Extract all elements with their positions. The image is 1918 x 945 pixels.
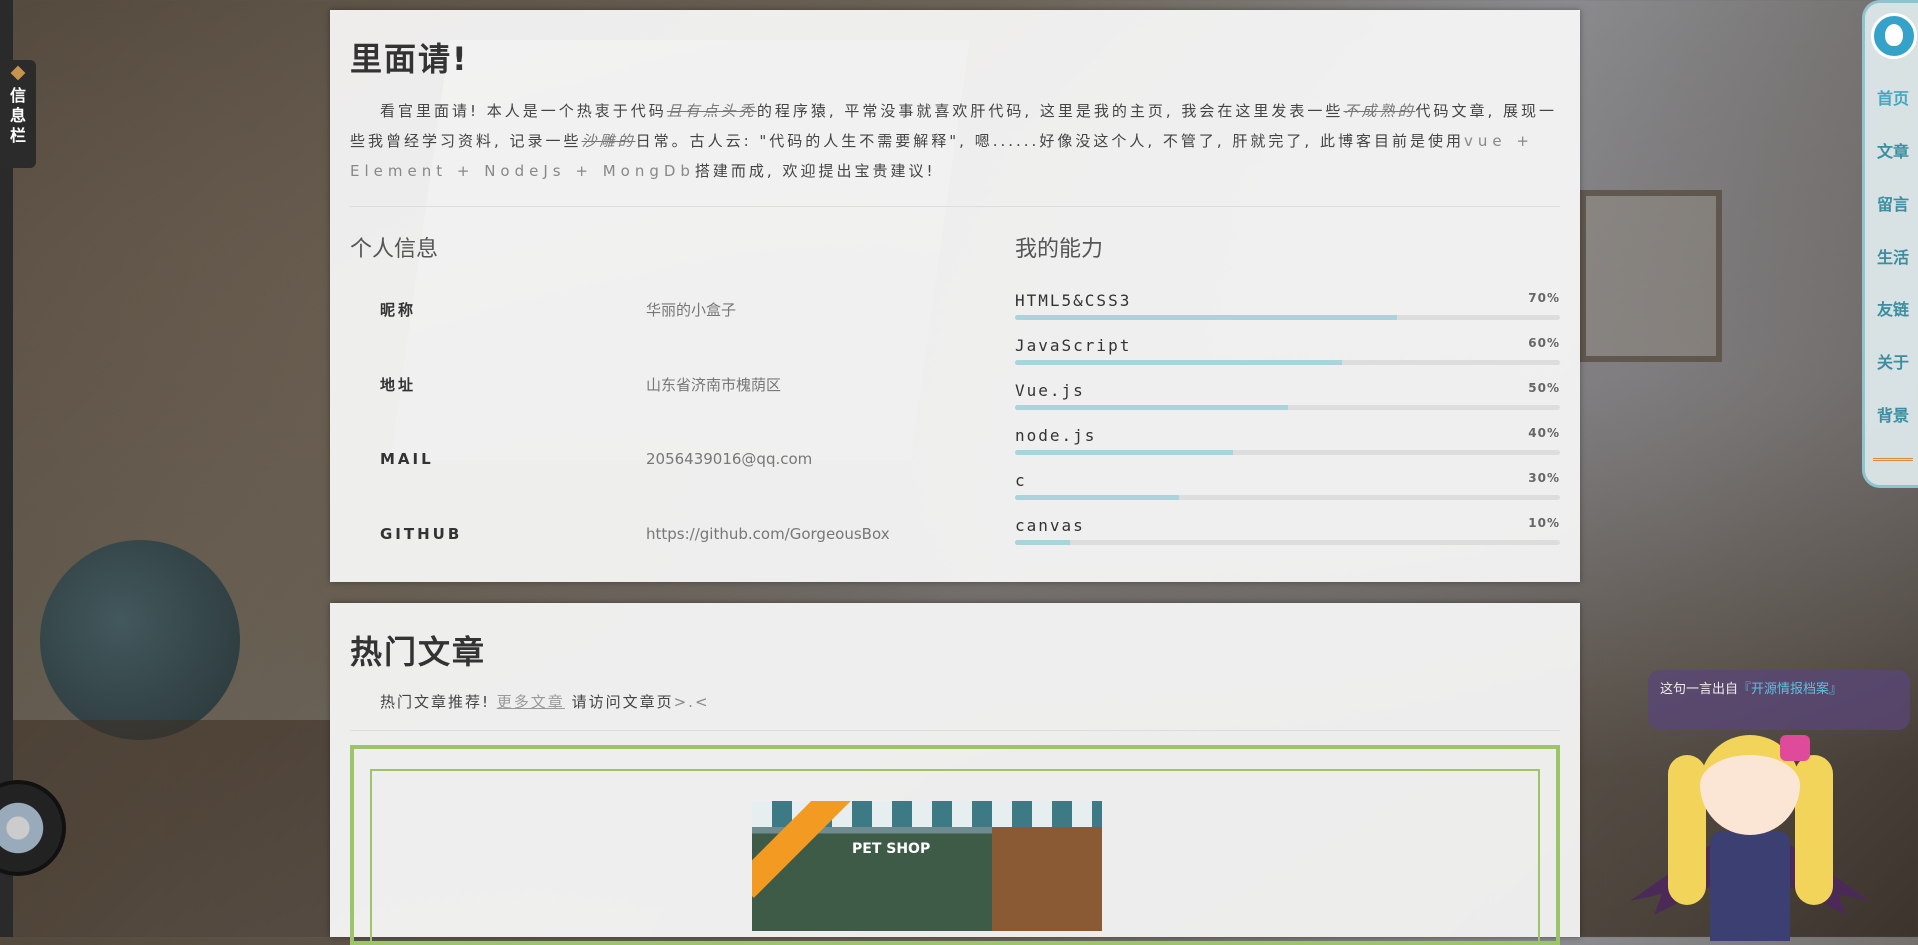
skill-fill	[1015, 405, 1288, 410]
hot-sub-suffix: 请访问文章页	[571, 693, 674, 711]
skill-item: canvas 10%	[1015, 516, 1560, 556]
quote-prefix: 这句一言出自	[1660, 682, 1739, 697]
more-articles-link[interactable]: 更多文章	[497, 693, 565, 711]
quote-bubble: 这句一言出自『开源情报档案』	[1648, 670, 1910, 730]
skill-name: HTML5&CSS3	[1015, 291, 1132, 310]
nav-item-life[interactable]: 生活	[1865, 244, 1918, 268]
skill-percent: 70%	[1528, 291, 1560, 305]
info-key: MAIL	[380, 450, 434, 468]
skill-name: node.js	[1015, 426, 1097, 445]
featured-article-thumbnail[interactable]: PET SHOP	[752, 801, 1102, 931]
background-globe	[40, 540, 240, 740]
skill-item: JavaScript 60%	[1015, 336, 1560, 376]
mascot-body	[1710, 831, 1790, 941]
info-value[interactable]: https://github.com/GorgeousBox	[646, 525, 890, 543]
info-row-address: 地址 山东省济南市槐荫区	[380, 374, 940, 404]
skill-item: c 30%	[1015, 471, 1560, 511]
info-row-github: GITHUB https://github.com/GorgeousBox	[380, 525, 940, 555]
hot-divider	[350, 730, 1560, 731]
hot-sub-tail: >.<	[673, 693, 710, 711]
skill-track	[1015, 315, 1560, 320]
hot-sub-prefix: 热门文章推荐!	[380, 693, 491, 711]
intro-text-4: 日常。古人云: "代码的人生不需要解释", 嗯......好像没这个人, 不管了…	[635, 132, 1464, 150]
skill-fill	[1015, 540, 1070, 545]
about-card: 里面请! 看官里面请! 本人是一个热衷于代码且有点头秃的程序猿, 平常没事就喜欢…	[330, 10, 1580, 582]
skill-track	[1015, 450, 1560, 455]
skill-track	[1015, 495, 1560, 500]
skill-name: c	[1015, 471, 1027, 490]
skill-name: canvas	[1015, 516, 1085, 535]
intro-text-2: 的程序猿, 平常没事就喜欢肝代码, 这里是我的主页, 我会在这里发表一些	[756, 102, 1344, 120]
intro-strike-1: 且有点头秃	[666, 102, 757, 120]
mascot-hair-right	[1795, 755, 1833, 905]
intro-text-5: 搭建而成, 欢迎提出宝贵建议!	[694, 162, 936, 180]
skill-track	[1015, 405, 1560, 410]
skills-title: 我的能力	[1015, 237, 1104, 262]
intro-text-1: 看官里面请! 本人是一个热衷于代码	[380, 102, 667, 120]
skill-percent: 40%	[1528, 426, 1560, 440]
personal-info-title: 个人信息	[350, 237, 439, 262]
info-row-mail: MAIL 2056439016@qq.com	[380, 450, 940, 480]
info-key: 地址	[380, 376, 417, 394]
about-intro: 看官里面请! 本人是一个热衷于代码且有点头秃的程序猿, 平常没事就喜欢肝代码, …	[350, 96, 1560, 186]
info-value: 山东省济南市槐荫区	[646, 376, 782, 394]
skill-fill	[1015, 495, 1179, 500]
intro-strike-2: 不成熟的	[1343, 102, 1416, 120]
right-nav: 首页 文章 留言 生活 友链 关于 背景	[1862, 0, 1918, 488]
info-value: 华丽的小盒子	[646, 301, 737, 319]
hot-articles-subtitle: 热门文章推荐! 更多文章 请访问文章页>.<	[380, 691, 1560, 712]
skill-percent: 60%	[1528, 336, 1560, 350]
skill-track	[1015, 540, 1560, 545]
skill-name: JavaScript	[1015, 336, 1132, 355]
intro-strike-3: 沙雕的	[581, 132, 636, 150]
skill-percent: 30%	[1528, 471, 1560, 485]
nav-item-home[interactable]: 首页	[1865, 85, 1918, 109]
nav-item-about[interactable]: 关于	[1865, 349, 1918, 373]
about-columns: 个人信息 昵称 华丽的小盒子 地址 山东省济南市槐荫区 MAIL 2056439…	[350, 207, 1560, 577]
shop-door	[992, 827, 1102, 931]
hot-articles-card: 热门文章 热门文章推荐! 更多文章 请访问文章页>.< PET SHOP	[330, 603, 1580, 945]
skill-track	[1015, 360, 1560, 365]
skill-fill	[1015, 450, 1233, 455]
background-shelf	[1580, 190, 1722, 362]
nav-wave-decoration	[1873, 458, 1913, 467]
live2d-mascot[interactable]	[1630, 735, 1870, 941]
info-sidebar-label: 信息栏	[10, 86, 27, 145]
nav-item-articles[interactable]: 文章	[1865, 138, 1918, 162]
avatar-icon[interactable]	[1871, 13, 1917, 59]
nav-item-background[interactable]: 背景	[1865, 402, 1918, 426]
info-sidebar-tab[interactable]: 信息栏	[0, 60, 36, 168]
nav-item-messages[interactable]: 留言	[1865, 191, 1918, 215]
info-key: GITHUB	[380, 525, 463, 543]
skill-item: node.js 40%	[1015, 426, 1560, 466]
skill-item: HTML5&CSS3 70%	[1015, 291, 1560, 331]
featured-article-frame[interactable]: PET SHOP	[350, 745, 1560, 945]
skill-item: Vue.js 50%	[1015, 381, 1560, 421]
cube-icon	[10, 65, 26, 81]
skill-percent: 10%	[1528, 516, 1560, 530]
about-title: 里面请!	[350, 40, 469, 78]
mascot-bow	[1780, 735, 1810, 761]
quote-source[interactable]: 『开源情报档案』	[1738, 682, 1842, 697]
info-key: 昵称	[380, 301, 417, 319]
shop-sign: PET SHOP	[852, 841, 931, 857]
skill-percent: 50%	[1528, 381, 1560, 395]
skill-fill	[1015, 315, 1397, 320]
nav-item-links[interactable]: 友链	[1865, 296, 1918, 320]
info-value: 2056439016@qq.com	[646, 450, 813, 468]
hot-articles-title: 热门文章	[350, 633, 487, 671]
skill-fill	[1015, 360, 1342, 365]
info-row-nickname: 昵称 华丽的小盒子	[380, 299, 940, 329]
skill-name: Vue.js	[1015, 381, 1085, 400]
